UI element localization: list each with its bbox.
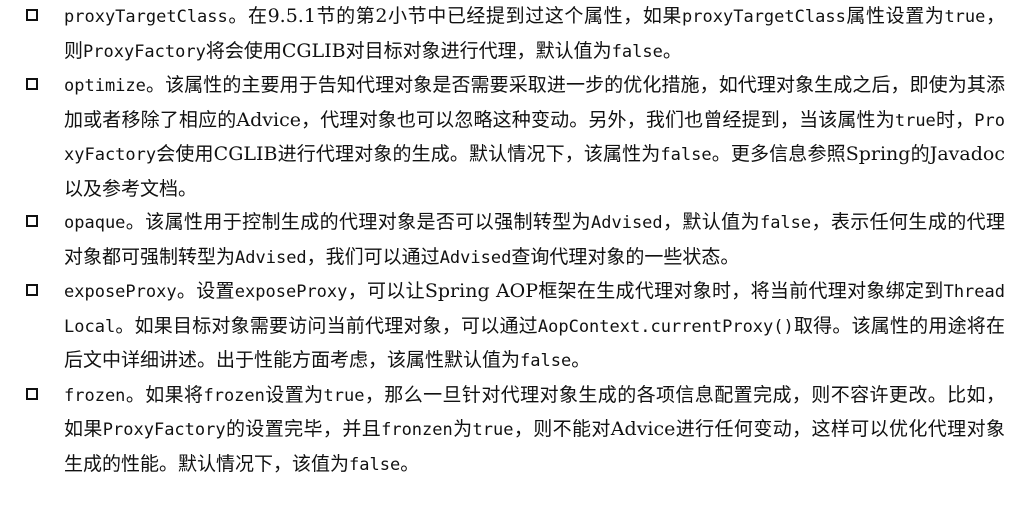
- text-run: 会使用CGLIB进行代理对象的生成。默认情况下，该属性为: [156, 143, 661, 165]
- code-term: true: [894, 110, 936, 131]
- code-term: false: [520, 351, 572, 371]
- code-term: opaque: [64, 213, 126, 233]
- text-run: ，默认值为: [662, 211, 760, 233]
- text-run: 查询代理对象的一些状态。: [511, 245, 740, 268]
- list-item-proxy-target-class: proxyTargetClass。在9.5.1节的第2小节中已经提到过这个属性，…: [26, 0, 1005, 69]
- code-term: exposeProxy: [234, 282, 348, 302]
- list-item-text: frozen。如果将frozen设置为true，那么一旦针对代理对象生成的各项信…: [64, 384, 1005, 475]
- code-term: proxyTargetClass: [64, 7, 228, 27]
- code-term: Advised: [591, 213, 663, 233]
- square-bullet-icon: [26, 78, 38, 90]
- text-run: 。在9.5.1节的第2小节中已经提到过这个属性，如果: [227, 5, 683, 27]
- text-run: 。: [571, 349, 591, 371]
- square-bullet-icon: [26, 9, 38, 21]
- text-run: ，可以让Spring AOP框架在生成代理对象时，将当前代理对象绑定到: [347, 280, 944, 302]
- text-run: 时，: [935, 108, 975, 131]
- square-bullet-icon: [26, 215, 38, 227]
- text-run: 。如果将: [125, 383, 204, 406]
- code-term: proxyTargetClass: [682, 7, 846, 27]
- document-page: proxyTargetClass。在9.5.1节的第2小节中已经提到过这个属性，…: [0, 0, 1019, 521]
- text-run: 。: [400, 452, 420, 475]
- code-term: true: [472, 420, 514, 440]
- code-term: false: [611, 41, 663, 62]
- square-bullet-icon: [26, 387, 38, 400]
- property-list: proxyTargetClass。在9.5.1节的第2小节中已经提到过这个属性，…: [26, 0, 1005, 482]
- list-item-text: exposeProxy。设置exposeProxy，可以让Spring AOP框…: [64, 280, 1005, 371]
- code-term: fronzen: [381, 420, 453, 440]
- code-term: ProxyFactory: [83, 41, 206, 62]
- code-term: false: [349, 454, 401, 475]
- code-term: true: [944, 7, 986, 27]
- code-term: Advised: [439, 247, 512, 268]
- code-term: true: [323, 385, 365, 406]
- list-item-expose-proxy: exposeProxy。设置exposeProxy，可以让Spring AOP框…: [26, 275, 1005, 379]
- text-run: 。该属性的主要用于告知代理对象是否需要采取进一步的优化措施，如代理对象生成之后，…: [64, 74, 1005, 131]
- list-item-text: opaque。该属性用于控制生成的代理对象是否可以强制转型为Advised，默认…: [64, 211, 1005, 268]
- text-run: 。如果目标对象需要访问当前代理对象，可以通过: [115, 314, 538, 337]
- square-bullet-icon: [26, 284, 38, 296]
- code-term: Advised: [235, 247, 307, 268]
- code-term: optimize: [64, 76, 146, 96]
- code-term: false: [759, 213, 812, 233]
- code-term: frozen: [64, 385, 126, 406]
- text-run: ，我们可以通过: [306, 245, 440, 268]
- code-term: AopContext.currentProxy(): [537, 316, 794, 337]
- code-term: false: [660, 145, 712, 165]
- list-item-text: proxyTargetClass。在9.5.1节的第2小节中已经提到过这个属性，…: [64, 5, 1005, 62]
- code-term: exposeProxy: [64, 282, 177, 302]
- list-item-frozen: frozen。如果将frozen设置为true，那么一旦针对代理对象生成的各项信…: [26, 379, 1005, 483]
- text-run: 将会使用CGLIB对目标对象进行代理，默认值为: [205, 39, 612, 62]
- list-item-opaque: opaque。该属性用于控制生成的代理对象是否可以强制转型为Advised，默认…: [26, 206, 1005, 275]
- text-run: 的设置完毕，并且: [225, 418, 382, 440]
- list-item-text: optimize。该属性的主要用于告知代理对象是否需要采取进一步的优化措施，如代…: [64, 74, 1005, 200]
- text-run: 。设置: [176, 280, 235, 302]
- list-item-optimize: optimize。该属性的主要用于告知代理对象是否需要采取进一步的优化措施，如代…: [26, 69, 1005, 206]
- code-term: frozen: [203, 385, 265, 406]
- text-run: 属性设置为: [845, 5, 945, 27]
- text-run: 设置为: [264, 383, 324, 406]
- code-term: ProxyFactory: [102, 420, 226, 440]
- text-run: 为: [452, 418, 473, 440]
- text-run: 。该属性用于控制生成的代理对象是否可以强制转型为: [125, 211, 591, 233]
- text-run: 。: [662, 39, 682, 62]
